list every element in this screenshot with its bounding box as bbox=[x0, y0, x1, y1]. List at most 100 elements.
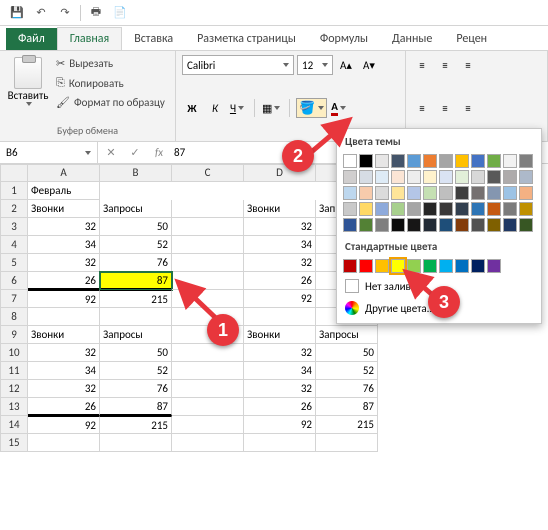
color-swatch[interactable] bbox=[503, 202, 517, 216]
color-swatch[interactable] bbox=[407, 170, 421, 184]
name-box[interactable]: B6 bbox=[0, 142, 98, 163]
color-swatch[interactable] bbox=[375, 186, 389, 200]
cell[interactable]: 32 bbox=[244, 254, 316, 272]
select-all-corner[interactable] bbox=[0, 164, 28, 182]
row-header[interactable]: 1 bbox=[0, 182, 28, 200]
cell[interactable] bbox=[172, 416, 244, 434]
cell[interactable] bbox=[100, 308, 172, 326]
tab-formulas[interactable]: Формулы bbox=[308, 28, 380, 50]
cell[interactable]: 32 bbox=[28, 218, 100, 236]
color-swatch[interactable] bbox=[359, 202, 373, 216]
cell[interactable]: 76 bbox=[100, 254, 172, 272]
color-swatch[interactable] bbox=[359, 186, 373, 200]
color-swatch[interactable] bbox=[407, 186, 421, 200]
tab-review[interactable]: Рецен bbox=[444, 28, 499, 50]
cell[interactable]: 215 bbox=[100, 416, 172, 434]
font-color-button[interactable]: А bbox=[330, 98, 350, 118]
align-right-button[interactable]: ≡ bbox=[458, 98, 478, 118]
column-header[interactable]: C bbox=[172, 164, 244, 182]
color-swatch[interactable] bbox=[503, 218, 517, 232]
color-swatch[interactable] bbox=[407, 218, 421, 232]
color-swatch[interactable] bbox=[391, 218, 405, 232]
row-header[interactable]: 3 bbox=[0, 218, 28, 236]
color-swatch[interactable] bbox=[407, 202, 421, 216]
cell[interactable]: 52 bbox=[100, 236, 172, 254]
cell[interactable]: 32 bbox=[28, 344, 100, 362]
color-swatch[interactable] bbox=[519, 186, 533, 200]
cell[interactable] bbox=[244, 308, 316, 326]
cell[interactable]: 32 bbox=[28, 380, 100, 398]
tab-layout[interactable]: Разметка страницы bbox=[185, 28, 308, 50]
color-swatch[interactable] bbox=[375, 259, 389, 273]
cell[interactable] bbox=[172, 344, 244, 362]
undo-icon[interactable]: ↶ bbox=[30, 2, 52, 24]
paste-button[interactable]: Вставить bbox=[6, 55, 50, 122]
color-swatch[interactable] bbox=[439, 218, 453, 232]
cell[interactable]: 87 bbox=[100, 398, 172, 416]
cell[interactable]: 52 bbox=[316, 362, 378, 380]
underline-button[interactable]: Ч bbox=[228, 98, 248, 118]
color-swatch[interactable] bbox=[471, 186, 485, 200]
color-swatch[interactable] bbox=[343, 259, 357, 273]
color-swatch[interactable] bbox=[391, 154, 405, 168]
row-header[interactable]: 4 bbox=[0, 236, 28, 254]
cell[interactable] bbox=[172, 362, 244, 380]
redo-icon[interactable]: ↷ bbox=[54, 2, 76, 24]
color-swatch[interactable] bbox=[471, 218, 485, 232]
cut-button[interactable]: ✂Вырезать bbox=[52, 55, 169, 72]
cell[interactable]: 87 bbox=[100, 272, 172, 290]
cancel-icon[interactable]: ✕ bbox=[102, 146, 120, 159]
color-swatch[interactable] bbox=[487, 218, 501, 232]
cell[interactable] bbox=[316, 434, 378, 452]
cell[interactable]: 50 bbox=[316, 344, 378, 362]
borders-button[interactable]: ▦ bbox=[261, 98, 283, 118]
color-swatch[interactable] bbox=[439, 202, 453, 216]
cell[interactable]: 34 bbox=[28, 236, 100, 254]
color-swatch[interactable] bbox=[487, 202, 501, 216]
bold-button[interactable]: Ж bbox=[182, 98, 202, 118]
cell[interactable] bbox=[172, 218, 244, 236]
open-icon[interactable]: 📄 bbox=[109, 2, 131, 24]
font-size-select[interactable]: 12 bbox=[297, 55, 333, 75]
cell[interactable] bbox=[172, 236, 244, 254]
cell[interactable]: 50 bbox=[100, 218, 172, 236]
cell[interactable]: 26 bbox=[244, 398, 316, 416]
color-swatch[interactable] bbox=[471, 259, 485, 273]
color-swatch[interactable] bbox=[423, 154, 437, 168]
cell[interactable]: 76 bbox=[316, 380, 378, 398]
font-name-select[interactable]: Calibri bbox=[182, 55, 294, 75]
color-swatch[interactable] bbox=[455, 218, 469, 232]
row-header[interactable]: 15 bbox=[0, 434, 28, 452]
cell[interactable]: Запросы bbox=[100, 200, 172, 218]
color-swatch[interactable] bbox=[503, 186, 517, 200]
color-swatch[interactable] bbox=[359, 218, 373, 232]
cell[interactable]: 215 bbox=[316, 416, 378, 434]
cell[interactable]: 92 bbox=[28, 416, 100, 434]
color-swatch[interactable] bbox=[519, 170, 533, 184]
cell[interactable]: 32 bbox=[244, 218, 316, 236]
cell[interactable]: Запросы bbox=[316, 326, 378, 344]
cell[interactable] bbox=[28, 308, 100, 326]
color-swatch[interactable] bbox=[375, 154, 389, 168]
color-swatch[interactable] bbox=[455, 170, 469, 184]
cell[interactable] bbox=[172, 254, 244, 272]
row-header[interactable]: 9 bbox=[0, 326, 28, 344]
fill-color-button[interactable]: 🪣 bbox=[296, 98, 326, 118]
row-header[interactable]: 12 bbox=[0, 380, 28, 398]
italic-button[interactable]: К bbox=[205, 98, 225, 118]
align-middle-button[interactable]: ≡ bbox=[435, 55, 455, 75]
decrease-font-button[interactable]: A▾ bbox=[359, 55, 379, 75]
cell[interactable]: 215 bbox=[100, 290, 172, 308]
cell[interactable]: 32 bbox=[244, 380, 316, 398]
color-swatch[interactable] bbox=[359, 170, 373, 184]
cell[interactable]: 52 bbox=[100, 362, 172, 380]
color-swatch[interactable] bbox=[343, 186, 357, 200]
formula-input[interactable]: 87 bbox=[174, 146, 185, 159]
fx-icon[interactable]: fx bbox=[150, 146, 168, 159]
color-swatch[interactable] bbox=[471, 202, 485, 216]
color-swatch[interactable] bbox=[439, 170, 453, 184]
color-swatch[interactable] bbox=[375, 170, 389, 184]
color-swatch[interactable] bbox=[375, 218, 389, 232]
row-header[interactable]: 14 bbox=[0, 416, 28, 434]
color-swatch[interactable] bbox=[455, 259, 469, 273]
